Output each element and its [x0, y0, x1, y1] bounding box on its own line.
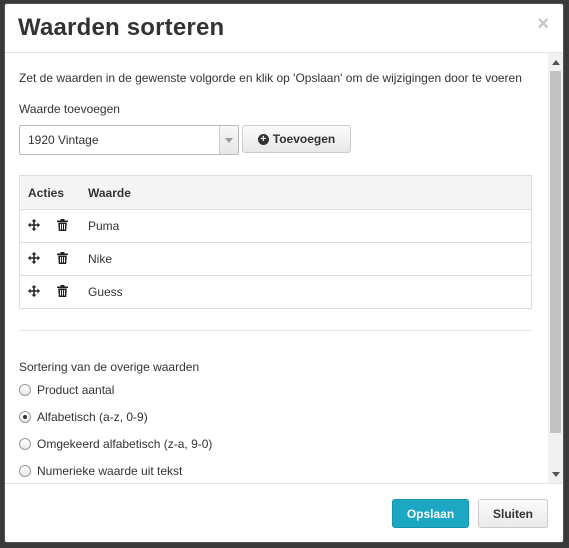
trash-icon[interactable] [57, 218, 69, 234]
radio-button[interactable] [19, 384, 31, 396]
column-header-waarde: Waarde [88, 175, 532, 210]
table-row: Puma [19, 209, 532, 243]
radio-button[interactable] [19, 465, 31, 477]
save-button[interactable]: Opslaan [392, 499, 469, 528]
radio-option-alfabetisch[interactable]: Alfabetisch (a-z, 0-9) [19, 410, 148, 424]
trash-icon[interactable] [57, 284, 69, 300]
add-button-label: Toevoegen [272, 132, 336, 146]
add-button[interactable]: + Toevoegen [242, 125, 351, 153]
close-icon[interactable]: × [537, 14, 549, 34]
dialog-footer: Opslaan Sluiten [5, 483, 563, 542]
dialog-body: Zet de waarden in de gewenste volgorde e… [5, 53, 548, 483]
radio-label: Alfabetisch (a-z, 0-9) [37, 410, 148, 424]
chevron-down-icon[interactable] [219, 126, 238, 154]
plus-circle-icon: + [257, 133, 269, 145]
table-header-row: Acties Waarde [19, 175, 532, 210]
column-header-acties: Acties [19, 175, 88, 210]
scroll-up-icon[interactable] [552, 60, 560, 65]
row-value: Guess [88, 275, 532, 309]
move-icon[interactable] [28, 251, 40, 267]
close-button[interactable]: Sluiten [478, 499, 548, 528]
radio-option-numerieke-waarde[interactable]: Numerieke waarde uit tekst [19, 464, 182, 478]
dialog-scrollbar[interactable] [548, 53, 563, 483]
radio-option-product-aantal[interactable]: Product aantal [19, 383, 114, 397]
move-icon[interactable] [28, 284, 40, 300]
scroll-down-icon[interactable] [552, 472, 560, 477]
value-select[interactable]: 1920 Vintage [19, 125, 239, 155]
radio-button[interactable] [19, 438, 31, 450]
radio-option-omgekeerd-alfabetisch[interactable]: Omgekeerd alfabetisch (z-a, 9-0) [19, 437, 212, 451]
sorting-label: Sortering van de overige waarden [19, 360, 200, 374]
radio-label: Numerieke waarde uit tekst [37, 464, 183, 478]
row-value: Puma [88, 209, 532, 243]
table-row: Guess [19, 275, 532, 309]
row-actions [19, 275, 88, 309]
row-actions [19, 209, 88, 243]
scroll-thumb[interactable] [550, 71, 561, 433]
add-value-label: Waarde toevoegen [19, 102, 120, 116]
move-icon[interactable] [28, 218, 40, 234]
row-actions [19, 242, 88, 276]
value-select-current: 1920 Vintage [28, 133, 99, 147]
row-value: Nike [88, 242, 532, 276]
values-table: Acties Waarde Puma Nike Guess [19, 175, 532, 309]
section-divider [19, 330, 532, 331]
trash-icon[interactable] [57, 251, 69, 267]
radio-label: Omgekeerd alfabetisch (z-a, 9-0) [37, 437, 213, 451]
radio-button[interactable] [19, 411, 31, 423]
table-row: Nike [19, 242, 532, 276]
dialog-title: Waarden sorteren [18, 14, 225, 41]
radio-label: Product aantal [37, 383, 115, 397]
dialog-header: Waarden sorteren × [5, 4, 563, 53]
sort-values-dialog: Waarden sorteren × Zet de waarden in de … [5, 4, 563, 542]
intro-text: Zet de waarden in de gewenste volgorde e… [19, 71, 522, 85]
